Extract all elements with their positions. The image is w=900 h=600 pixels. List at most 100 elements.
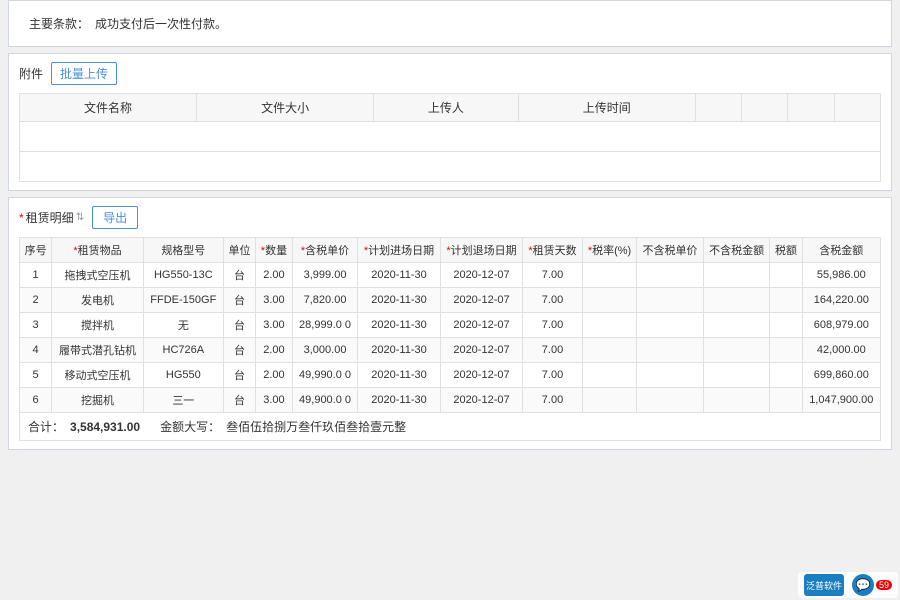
rental-table-cell: HG550: [143, 363, 223, 388]
col-filesize: 文件大小: [197, 94, 374, 122]
rental-table-cell: [770, 363, 802, 388]
attachment-empty-row-2: [20, 152, 881, 182]
rental-section: * 租赁明细 ⇅ 导出 序号 *租赁物品 规格型号 单位 *数量 *含税单价 *…: [8, 197, 892, 450]
attachment-table-header-row: 文件名称 文件大小 上传人 上传时间: [20, 94, 881, 122]
attachment-header: 附件 批量上传: [19, 62, 881, 85]
th-seq: 序号: [20, 238, 52, 263]
rental-table-cell: 3: [20, 313, 52, 338]
rental-header: * 租赁明细 ⇅ 导出: [19, 206, 881, 229]
th-qty: *数量: [256, 238, 293, 263]
rental-table-cell: 台: [223, 288, 255, 313]
rental-table-cell: 台: [223, 313, 255, 338]
rental-table-cell: 3.00: [256, 288, 293, 313]
rental-table-cell: 164,220.00: [802, 288, 880, 313]
rental-table-row[interactable]: 5移动式空压机HG550台2.0049,990.0 02020-11-30202…: [20, 363, 881, 388]
rental-table-cell: 2020-11-30: [358, 313, 440, 338]
main-terms-section: 主要条款： 成功支付后一次性付款。: [8, 0, 892, 47]
rental-table: 序号 *租赁物品 规格型号 单位 *数量 *含税单价 *计划进场日期 *计划退场…: [19, 237, 881, 413]
rental-table-cell: [770, 288, 802, 313]
chat-badge: 59: [876, 580, 892, 590]
col-action1: [695, 94, 741, 122]
rental-table-cell: 台: [223, 338, 255, 363]
rental-table-row[interactable]: 1拖拽式空压机HG550-13C台2.003,999.002020-11-302…: [20, 263, 881, 288]
col-filename: 文件名称: [20, 94, 197, 122]
rental-table-cell: 3,000.00: [292, 338, 358, 363]
th-days: *租赁天数: [523, 238, 583, 263]
rental-table-cell: 无: [143, 313, 223, 338]
rental-table-cell: 7.00: [523, 288, 583, 313]
rental-table-cell: 履带式潜孔钻机: [52, 338, 144, 363]
export-button[interactable]: 导出: [92, 206, 138, 229]
rental-table-cell: 4: [20, 338, 52, 363]
rental-table-cell: [582, 288, 636, 313]
rental-table-cell: 7,820.00: [292, 288, 358, 313]
rental-table-cell: 7.00: [523, 313, 583, 338]
rental-table-cell: 2020-11-30: [358, 363, 440, 388]
rental-table-cell: [637, 363, 704, 388]
sum-row: 合计： 3,584,931.00 金额大写： 叁佰伍拾捌万叁仟玖佰叁拾壹元整: [19, 413, 881, 441]
chat-bubble-icon[interactable]: 💬: [852, 574, 874, 596]
attachment-title: 附件: [19, 65, 43, 82]
attachment-section: 附件 批量上传 文件名称 文件大小 上传人 上传时间: [8, 53, 892, 191]
rental-table-cell: 3.00: [256, 388, 293, 413]
col-upload-time: 上传时间: [518, 94, 695, 122]
rental-table-cell: [703, 313, 770, 338]
rental-table-cell: 49,900.0 0: [292, 388, 358, 413]
batch-upload-button[interactable]: 批量上传: [51, 62, 117, 85]
col-action4: [834, 94, 880, 122]
rental-table-cell: 2020-12-07: [440, 363, 522, 388]
rental-table-cell: [703, 388, 770, 413]
rental-table-cell: 699,860.00: [802, 363, 880, 388]
rental-required-star: *: [19, 211, 24, 225]
rental-table-cell: 1: [20, 263, 52, 288]
rental-table-wrap: 序号 *租赁物品 规格型号 单位 *数量 *含税单价 *计划进场日期 *计划退场…: [19, 237, 881, 413]
rental-table-row[interactable]: 4履带式潜孔钻机HC726A台2.003,000.002020-11-30202…: [20, 338, 881, 363]
rental-table-cell: [582, 363, 636, 388]
rental-table-cell: 3,999.00: [292, 263, 358, 288]
th-unit-price-notax: 不含税单价: [637, 238, 704, 263]
rental-table-cell: [703, 263, 770, 288]
rental-table-cell: [637, 313, 704, 338]
rental-table-cell: 5: [20, 363, 52, 388]
rental-table-cell: [703, 363, 770, 388]
logo-icon: 泛普软件: [804, 574, 844, 596]
attachment-empty-row-1: [20, 122, 881, 152]
rental-table-row[interactable]: 2发电机FFDE-150GF台3.007,820.002020-11-30202…: [20, 288, 881, 313]
th-unit: 单位: [223, 238, 255, 263]
rental-table-cell: 7.00: [523, 263, 583, 288]
sort-icon[interactable]: ⇅: [76, 212, 84, 223]
rental-table-cell: 2020-12-07: [440, 313, 522, 338]
sum-daxie-label: 金额大写：: [160, 418, 220, 435]
rental-table-cell: [582, 313, 636, 338]
rental-table-cell: 7.00: [523, 363, 583, 388]
rental-table-cell: 2020-12-07: [440, 288, 522, 313]
rental-table-cell: [703, 338, 770, 363]
rental-table-cell: 2020-12-07: [440, 388, 522, 413]
th-plan-in: *计划进场日期: [358, 238, 440, 263]
sum-daxie-value: 叁佰伍拾捌万叁仟玖佰叁拾壹元整: [226, 418, 406, 435]
attachment-empty-cell: [20, 122, 881, 152]
rental-table-cell: [582, 338, 636, 363]
sum-value: 3,584,931.00: [70, 420, 140, 434]
rental-table-cell: 3.00: [256, 313, 293, 338]
th-spec: 规格型号: [143, 238, 223, 263]
rental-table-cell: 49,990.0 0: [292, 363, 358, 388]
rental-table-cell: 55,986.00: [802, 263, 880, 288]
logo-area: 泛普软件 💬 59: [798, 572, 898, 598]
rental-table-cell: 608,979.00: [802, 313, 880, 338]
main-terms-label: 主要条款：: [29, 15, 89, 32]
rental-table-header-row: 序号 *租赁物品 规格型号 单位 *数量 *含税单价 *计划进场日期 *计划退场…: [20, 238, 881, 263]
rental-table-cell: 2020-11-30: [358, 263, 440, 288]
rental-table-cell: 2020-11-30: [358, 388, 440, 413]
rental-table-cell: 台: [223, 388, 255, 413]
rental-table-cell: [770, 313, 802, 338]
rental-title-wrap: * 租赁明细 ⇅: [19, 209, 84, 226]
rental-table-cell: HC726A: [143, 338, 223, 363]
attachment-empty-cell-2: [20, 152, 881, 182]
rental-table-cell: 台: [223, 363, 255, 388]
rental-title: 租赁明细: [26, 209, 74, 226]
rental-table-row[interactable]: 3搅拌机无台3.0028,999.0 02020-11-302020-12-07…: [20, 313, 881, 338]
rental-table-cell: [770, 338, 802, 363]
rental-table-row[interactable]: 6挖掘机三一台3.0049,900.0 02020-11-302020-12-0…: [20, 388, 881, 413]
th-plan-out: *计划退场日期: [440, 238, 522, 263]
